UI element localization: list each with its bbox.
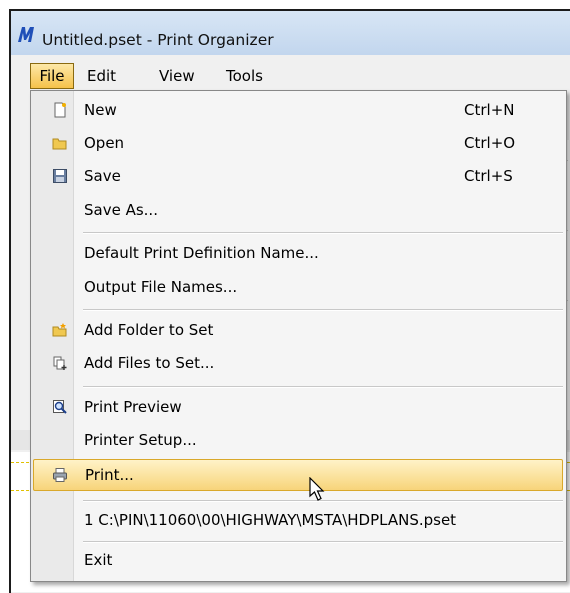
menu-item-label: Exit: [84, 551, 113, 569]
menu-separator: [83, 309, 563, 311]
menu-item-shortcut: Ctrl+S: [464, 167, 513, 185]
menu-item-save-as[interactable]: Save As...: [32, 195, 565, 225]
menu-item-label: Save As...: [84, 201, 158, 219]
add-folder-icon: [52, 323, 67, 337]
menu-item-label: New: [84, 101, 117, 119]
menu-item-label: Default Print Definition Name...: [84, 244, 319, 262]
menu-item-printer-setup[interactable]: Printer Setup...: [32, 425, 565, 455]
menu-item-save[interactable]: Save Ctrl+S: [32, 161, 565, 191]
add-files-icon: [53, 356, 67, 370]
printer-icon: [53, 468, 67, 482]
menu-item-label: Print Preview: [84, 398, 182, 416]
menu-item-add-folder[interactable]: Add Folder to Set: [32, 315, 565, 345]
menu-item-print-preview[interactable]: Print Preview: [32, 392, 565, 422]
app-logo-icon: [18, 27, 34, 42]
menu-item-output-file-names[interactable]: Output File Names...: [32, 272, 565, 302]
menu-item-shortcut: Ctrl+O: [464, 134, 516, 152]
menu-edit[interactable]: Edit: [87, 64, 116, 90]
menu-tools[interactable]: Tools: [226, 64, 263, 90]
menu-separator: [83, 386, 563, 388]
menu-item-default-print-definition[interactable]: Default Print Definition Name...: [32, 238, 565, 268]
menu-item-label: 1 C:\PIN\11060\00\HIGHWAY\MSTA\HDPLANS.p…: [84, 511, 457, 529]
menu-item-add-files[interactable]: Add Files to Set...: [32, 348, 565, 378]
menu-item-label: Add Folder to Set: [84, 321, 214, 339]
menu-item-exit[interactable]: Exit: [32, 545, 565, 575]
menu-item-shortcut: Ctrl+N: [464, 101, 515, 119]
menu-item-label: Print...: [85, 466, 134, 484]
folder-icon: [52, 138, 67, 150]
menu-separator: [83, 541, 563, 543]
menu-item-print[interactable]: Print...: [33, 459, 563, 491]
menu-file[interactable]: File: [30, 63, 74, 89]
menu-item-label: Output File Names...: [84, 278, 238, 296]
menu-item-label: Open: [84, 134, 125, 152]
mouse-cursor-icon: [309, 477, 325, 501]
new-document-icon: [54, 102, 66, 118]
menu-item-new[interactable]: New Ctrl+N: [32, 95, 565, 125]
menu-view[interactable]: View: [159, 64, 195, 90]
menu-item-label: Printer Setup...: [84, 431, 197, 449]
menu-item-label: Add Files to Set...: [84, 354, 215, 372]
menu-item-open[interactable]: Open Ctrl+O: [32, 128, 565, 158]
print-preview-icon: [53, 400, 67, 414]
menu-item-label: Save: [84, 167, 121, 185]
floppy-disk-icon: [53, 169, 67, 183]
window-title: Untitled.pset - Print Organizer: [42, 31, 274, 49]
menu-item-recent-file[interactable]: 1 C:\PIN\11060\00\HIGHWAY\MSTA\HDPLANS.p…: [32, 505, 565, 535]
menu-separator: [83, 232, 563, 234]
